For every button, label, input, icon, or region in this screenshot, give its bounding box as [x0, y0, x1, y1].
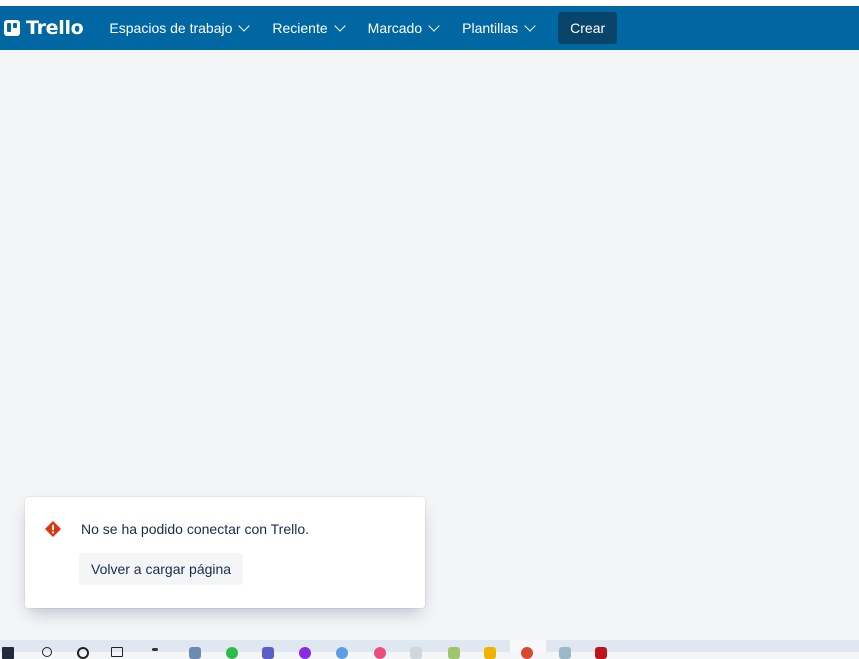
chevron-down-icon: [333, 20, 346, 32]
nav-workspaces-label: Espacios de trabajo: [109, 20, 233, 36]
nav-templates-label: Plantillas: [462, 20, 519, 36]
cortana-icon[interactable]: [77, 647, 89, 659]
reload-page-button[interactable]: Volver a cargar página: [79, 553, 244, 585]
chevron-down-icon: [524, 20, 536, 32]
nav-templates-menu[interactable]: Plantillas: [450, 12, 546, 44]
trello-board-icon: [4, 20, 20, 36]
app-icon[interactable]: [374, 647, 386, 659]
os-taskbar: [0, 640, 859, 659]
connection-error-toast: No se ha podido conectar con Trello. Vol…: [25, 497, 425, 608]
nav-workspaces-menu[interactable]: Espacios de trabajo: [97, 12, 260, 44]
search-icon[interactable]: [42, 647, 52, 657]
app-icon[interactable]: [189, 647, 201, 659]
top-navigation-bar: Trello Espacios de trabajo Reciente Marc…: [0, 6, 859, 50]
nav-starred-label: Marcado: [367, 20, 423, 36]
logo-text: Trello: [26, 17, 84, 39]
nav-recent-menu[interactable]: Reciente: [260, 12, 355, 44]
create-button[interactable]: Crear: [558, 12, 618, 44]
app-icon[interactable]: [299, 647, 311, 659]
warning-icon: [45, 521, 61, 537]
browser-icon[interactable]: [521, 647, 533, 659]
app-icon[interactable]: [336, 647, 348, 659]
task-view-icon[interactable]: [111, 647, 123, 657]
app-icon[interactable]: [226, 647, 238, 659]
app-icon[interactable]: [410, 647, 422, 659]
chevron-down-icon: [238, 20, 251, 32]
app-icon[interactable]: [484, 647, 496, 659]
trello-logo[interactable]: Trello: [4, 17, 84, 39]
nav-starred-menu[interactable]: Marcado: [356, 12, 450, 44]
app-icon[interactable]: [559, 647, 571, 659]
toast-message: No se ha podido conectar con Trello.: [81, 521, 310, 537]
nav-recent-label: Reciente: [272, 20, 328, 36]
app-icon[interactable]: [448, 647, 460, 659]
app-icon[interactable]: [152, 648, 158, 651]
app-icon[interactable]: [595, 647, 607, 659]
app-icon[interactable]: [262, 647, 274, 659]
windows-start-icon[interactable]: [2, 647, 14, 659]
chevron-down-icon: [428, 20, 440, 32]
